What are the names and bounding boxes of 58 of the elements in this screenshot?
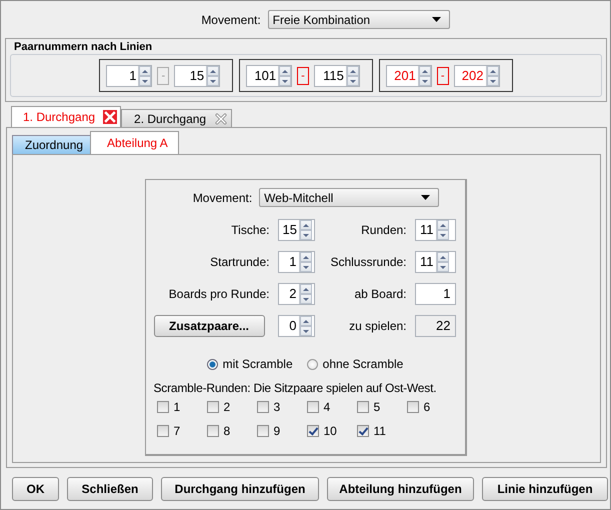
checkbox[interactable] <box>356 425 368 437</box>
dialog-button[interactable]: Linie hinzufügen <box>482 477 608 501</box>
close-icon[interactable] <box>103 110 118 124</box>
checkbox-label: 2 <box>224 400 230 414</box>
round-tab[interactable]: 1. Durchgang <box>11 106 122 127</box>
section-tab[interactable]: Abteilung A <box>90 131 179 154</box>
dialog-button[interactable]: OK <box>12 477 59 501</box>
movement-label: Movement: <box>192 190 252 204</box>
checkbox[interactable] <box>206 401 218 413</box>
radio-button[interactable] <box>206 358 218 370</box>
field-label: Startrunde: <box>209 255 270 269</box>
section-tab[interactable]: Zuordnung <box>12 135 92 154</box>
checkbox-label: 10 <box>324 424 337 438</box>
readonly-field: 22 <box>414 315 456 337</box>
checkbox-label: 9 <box>274 424 280 438</box>
radio-label: ohne Scramble <box>322 357 404 371</box>
close-icon[interactable] <box>214 112 228 126</box>
group-title: Paarnummern nach Linien <box>13 41 154 54</box>
checkbox-label: 6 <box>424 400 430 414</box>
extra-pairs-button[interactable]: Zusatzpaare... <box>154 315 264 337</box>
field-label: zu spielen: <box>348 319 406 333</box>
range-separator: - <box>297 66 309 84</box>
checkbox[interactable] <box>206 425 218 437</box>
checkbox-label: 7 <box>174 424 180 438</box>
dialog-button[interactable]: Schließen <box>67 477 153 501</box>
range-separator: - <box>436 66 448 84</box>
checkbox[interactable] <box>156 401 168 413</box>
checkbox-label: 8 <box>224 424 230 438</box>
checkbox[interactable] <box>356 401 368 413</box>
checkbox[interactable] <box>306 401 318 413</box>
field-label: Runden: <box>360 223 406 237</box>
round-tab[interactable]: 2. Durchgang <box>121 109 232 127</box>
caret-icon <box>421 195 430 200</box>
checkbox[interactable] <box>306 425 318 437</box>
checkbox[interactable] <box>256 401 268 413</box>
field-label: Boards pro Runde: <box>168 287 270 301</box>
radio-label: mit Scramble <box>222 357 293 371</box>
dialog-button[interactable]: Durchgang hinzufügen <box>161 477 319 501</box>
scramble-caption: Scramble-Runden: Die Sitzpaare spielen auf Ost-West. <box>154 381 438 395</box>
movement-dropdown[interactable]: Freie Kombination <box>268 10 450 29</box>
caret-icon <box>432 17 441 22</box>
radio-button[interactable] <box>306 358 318 370</box>
movement-dropdown[interactable]: Web-Mitchell <box>259 188 440 207</box>
field-label: Tische: <box>230 223 270 237</box>
field-label: ab Board: <box>353 287 406 301</box>
checkbox-label: 1 <box>174 400 180 414</box>
checkbox[interactable] <box>256 425 268 437</box>
dialog-button[interactable]: Abteilung hinzufügen <box>327 477 474 501</box>
field-label: Schlussrunde: <box>329 255 406 269</box>
checkbox[interactable] <box>156 425 168 437</box>
checkbox[interactable] <box>406 401 418 413</box>
checkbox-label: 5 <box>374 400 380 414</box>
checkbox-label: 3 <box>274 400 280 414</box>
range-separator: - <box>157 66 170 84</box>
checkbox-label: 4 <box>324 400 330 414</box>
text-field[interactable]: 1 <box>414 283 456 305</box>
movement-label: Movement: <box>201 12 261 26</box>
checkbox-label: 11 <box>374 424 386 438</box>
